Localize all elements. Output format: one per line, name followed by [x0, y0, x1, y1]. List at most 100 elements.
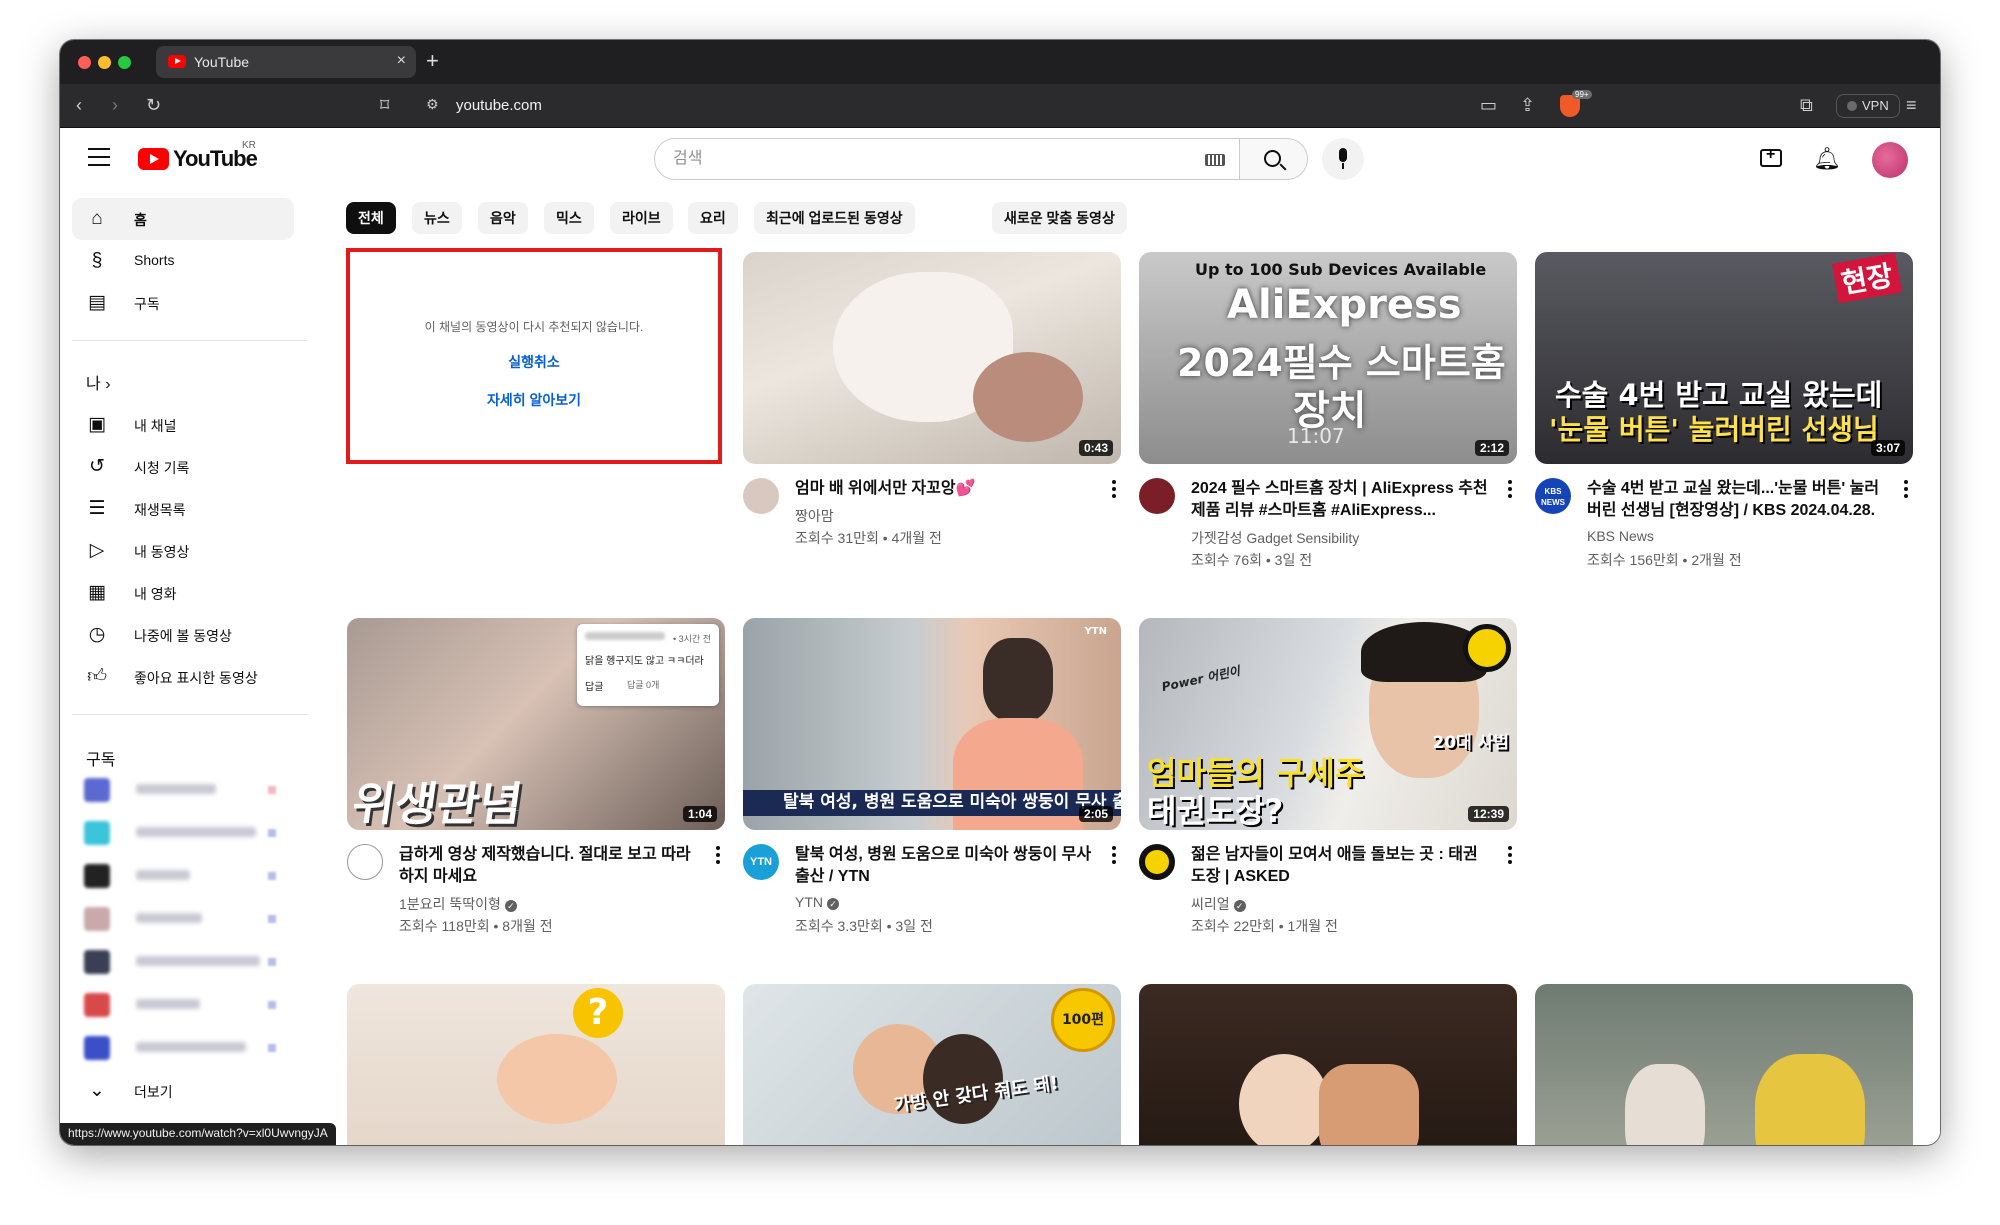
video-thumbnail[interactable]: Power 어린이 20대 사범 엄마들의 구세주 태권도장? 12:39: [1139, 618, 1517, 830]
video-thumbnail[interactable]: 0:43: [743, 252, 1121, 464]
video-title[interactable]: 수술 4번 받고 교실 왔는데...'눈물 버튼' 눌러버린 선생님 [현장영상…: [1587, 478, 1887, 522]
sidebar: ⌂ 홈 § Shorts ▤ 구독 나 › ▣ 내 채널 ↺ 시청 기록 ☰ 재…: [60, 190, 326, 1145]
video-thumbnail[interactable]: [1139, 984, 1517, 1145]
sidebar-item-watch-later[interactable]: ◷ 나중에 볼 동영상: [72, 614, 294, 656]
new-tab-icon[interactable]: +: [426, 48, 439, 74]
region-code: KR: [242, 140, 256, 151]
subscription-item[interactable]: [84, 817, 294, 847]
search-box[interactable]: [654, 138, 1240, 180]
more-actions-icon[interactable]: [1111, 846, 1117, 866]
vpn-button[interactable]: VPN: [1836, 94, 1900, 118]
guide-menu-icon[interactable]: [88, 148, 110, 166]
video-thumbnail[interactable]: 100편 가방 안 갖다 줘도 돼!: [743, 984, 1121, 1145]
channel-name[interactable]: YTN ✓: [795, 894, 839, 910]
chip-mix[interactable]: 믹스: [544, 202, 594, 234]
account-avatar[interactable]: [1872, 142, 1908, 178]
sidebar-item-your-videos[interactable]: ▷ 내 동영상: [72, 530, 294, 572]
channel-name[interactable]: KBS News: [1587, 528, 1654, 544]
tab-close-icon[interactable]: ×: [397, 52, 406, 70]
subscription-item[interactable]: [84, 860, 294, 890]
channel-avatar[interactable]: [743, 478, 779, 514]
chip-recently-uploaded[interactable]: 최근에 업로드된 동영상: [754, 202, 915, 234]
more-actions-icon[interactable]: [715, 846, 721, 866]
notifications-bell-icon[interactable]: 🔔︎: [1813, 146, 1841, 172]
video-title[interactable]: 젊은 남자들이 모여서 애들 돌보는 곳 : 태권도장 | ASKED: [1191, 844, 1491, 888]
address-bar[interactable]: ⚙ youtube.com: [418, 92, 1608, 120]
chip-cooking[interactable]: 요리: [688, 202, 738, 234]
subscription-item[interactable]: [84, 946, 294, 976]
subscription-item[interactable]: [84, 903, 294, 933]
chip-all[interactable]: 전체: [346, 202, 396, 234]
video-title[interactable]: 2024 필수 스마트홈 장치 | AliExpress 추천 제품 리뷰 #스…: [1191, 478, 1491, 522]
video-thumbnail[interactable]: YTN 탈북 여성, 병원 도움으로 미숙아 쌍둥이 무사 출산 2:05: [743, 618, 1121, 830]
forward-icon[interactable]: ›: [112, 95, 118, 116]
channel-name-blurred: [136, 913, 202, 923]
sidebar-show-more[interactable]: ⌄ 더보기: [72, 1070, 294, 1112]
more-actions-icon[interactable]: [1903, 480, 1909, 500]
video-thumbnail[interactable]: Up to 100 Sub Devices Available AliExpre…: [1139, 252, 1517, 464]
voice-search-icon[interactable]: [1322, 138, 1364, 180]
zoom-window-button[interactable]: [118, 56, 131, 69]
menu-icon[interactable]: ≡: [1906, 95, 1917, 116]
sidebar-divider: [72, 714, 308, 715]
undo-link[interactable]: 실행취소: [350, 352, 718, 372]
video-thumbnail[interactable]: [1535, 984, 1913, 1145]
video-thumbnail[interactable]: • 3시간 전 닭을 헹구지도 않고 ㅋㅋ더라 답글 답글 0개 위생관념 1:…: [347, 618, 725, 830]
channel-avatar[interactable]: [347, 844, 383, 880]
bookmark-icon[interactable]: ⌑: [380, 95, 389, 116]
thumbnail-caption: 위생관념: [348, 777, 526, 830]
address-text: youtube.com: [456, 97, 542, 114]
more-actions-icon[interactable]: [1507, 846, 1513, 866]
sidebar-item-subscriptions[interactable]: ▤ 구독: [72, 282, 294, 324]
watch-later-icon: ◷: [88, 624, 106, 645]
sidebar-item-home[interactable]: ⌂ 홈: [72, 198, 294, 240]
create-video-icon[interactable]: [1760, 146, 1782, 167]
subscription-item[interactable]: [84, 774, 294, 804]
learn-more-link[interactable]: 자세히 알아보기: [350, 390, 718, 410]
extensions-icon[interactable]: ⧉: [1800, 95, 1813, 116]
video-title[interactable]: 급하게 영상 제작했습니다. 절대로 보고 따라하지 마세요: [399, 844, 699, 888]
more-actions-icon[interactable]: [1507, 480, 1513, 500]
cast-icon[interactable]: ▭: [1480, 95, 1497, 116]
channel-avatar[interactable]: [1139, 844, 1175, 880]
sidebar-item-your-movies[interactable]: ▦ 내 영화: [72, 572, 294, 614]
search-button[interactable]: [1240, 138, 1308, 180]
sidebar-item-playlists[interactable]: ☰ 재생목록: [72, 488, 294, 530]
video-thumbnail[interactable]: ?: [347, 984, 725, 1145]
sidebar-item-shorts[interactable]: § Shorts: [72, 240, 294, 282]
channel-avatar[interactable]: KBS NEWS: [1535, 478, 1571, 514]
browser-tab[interactable]: YouTube ×: [156, 46, 416, 78]
chip-news[interactable]: 뉴스: [412, 202, 462, 234]
thumbnail-caption: 탈북 여성, 병원 도움으로 미숙아 쌍둥이 무사 출산: [783, 792, 1121, 812]
channel-avatar[interactable]: [1139, 478, 1175, 514]
channel-name[interactable]: 짱아맘: [795, 506, 834, 526]
video-title[interactable]: 탈북 여성, 병원 도움으로 미숙아 쌍둥이 무사 출산 / YTN: [795, 844, 1095, 888]
chip-live[interactable]: 라이브: [610, 202, 673, 234]
verified-badge-icon: ✓: [504, 900, 517, 912]
channel-name[interactable]: 가젯감성 Gadget Sensibility: [1191, 528, 1359, 548]
chip-new-to-you[interactable]: 새로운 맞춤 동영상: [992, 202, 1127, 234]
more-actions-icon[interactable]: [1111, 480, 1117, 500]
channel-name-blurred: [136, 999, 200, 1009]
keyboard-icon[interactable]: [1205, 154, 1225, 166]
sidebar-item-history[interactable]: ↺ 시청 기록: [72, 446, 294, 488]
reload-icon[interactable]: ↻: [146, 95, 161, 116]
video-title[interactable]: 엄마 배 위에서만 자꼬앙💕: [795, 478, 1095, 500]
minimize-window-button[interactable]: [98, 56, 111, 69]
chip-music[interactable]: 음악: [478, 202, 528, 234]
back-icon[interactable]: ‹: [76, 95, 82, 116]
share-icon[interactable]: ⇪: [1520, 95, 1535, 116]
video-thumbnail[interactable]: 현장 수술 4번 받고 교실 왔는데 '눈물 버튼' 눌러버린 선생님 3:07: [1535, 252, 1913, 464]
channel-avatar[interactable]: YTN: [743, 844, 779, 880]
subscription-item[interactable]: [84, 1032, 294, 1062]
channel-name[interactable]: 1분요리 뚝딱이형 ✓: [399, 894, 517, 914]
close-window-button[interactable]: [78, 56, 91, 69]
search-input[interactable]: [673, 147, 1173, 171]
channel-name[interactable]: 씨리얼 ✓: [1191, 894, 1246, 914]
subscription-item[interactable]: [84, 989, 294, 1019]
sidebar-item-liked-videos[interactable]: 👍︎ 좋아요 표시한 동영상: [72, 656, 294, 698]
site-settings-icon[interactable]: ⚙: [426, 96, 439, 113]
episode-badge: 100편: [1051, 988, 1115, 1052]
sidebar-item-your-channel[interactable]: ▣ 내 채널: [72, 404, 294, 446]
you-section-header[interactable]: 나 ›: [86, 370, 111, 394]
